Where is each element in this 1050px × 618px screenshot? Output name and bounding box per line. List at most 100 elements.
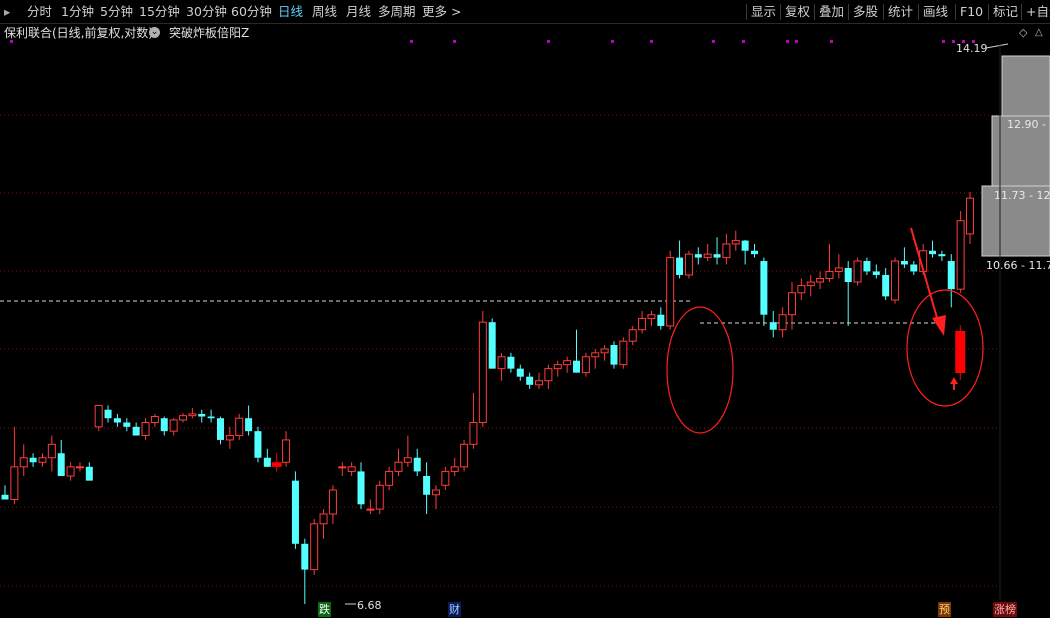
annotation-arrow-shaft xyxy=(910,227,941,329)
price-range-label: 12.90 - 1 xyxy=(1007,118,1050,131)
candle-body xyxy=(19,457,28,468)
candle-body xyxy=(188,413,197,417)
signal-marker xyxy=(611,40,614,43)
candle-body xyxy=(769,322,777,330)
candle-body xyxy=(207,416,215,419)
candle-body xyxy=(563,360,572,366)
candle-body xyxy=(863,261,871,272)
candle-body xyxy=(741,240,749,251)
candle-body xyxy=(291,480,299,544)
candle-body xyxy=(882,274,890,297)
candle-body xyxy=(834,267,843,272)
signal-marker xyxy=(786,40,789,43)
candle-body xyxy=(478,321,487,424)
candle-body xyxy=(254,431,262,458)
candle-body xyxy=(825,270,834,279)
signal-marker xyxy=(10,40,13,43)
candle-body xyxy=(488,322,496,369)
annotation-arrow-head xyxy=(932,315,946,336)
candle-body xyxy=(535,380,544,386)
candle-body xyxy=(507,356,515,369)
candle-body xyxy=(328,489,337,515)
candle-body xyxy=(787,292,796,316)
candle-body xyxy=(160,418,168,432)
candle-body xyxy=(141,422,150,437)
signal-marker xyxy=(942,40,945,43)
candle-body xyxy=(169,419,178,432)
candle-body xyxy=(544,368,553,382)
candle-body xyxy=(338,466,347,469)
candle-body xyxy=(610,345,618,365)
price-range-label: 11.73 - 12 xyxy=(994,189,1050,202)
candle-body xyxy=(66,466,75,477)
candle-body xyxy=(816,277,825,283)
candle-body xyxy=(619,340,628,366)
candle-body xyxy=(94,405,103,428)
candle-body xyxy=(423,476,431,495)
candle-body xyxy=(57,453,65,477)
candle-body xyxy=(1,494,9,500)
candlestick-chart[interactable]: 14.19 12.90 - 1 11.73 - 12 10.66 - 11.7 6.68 xyxy=(0,0,1050,618)
candle-body xyxy=(132,426,140,436)
candle-body xyxy=(806,281,815,287)
candle-body xyxy=(263,457,271,467)
candle-body xyxy=(413,457,421,472)
candle-body xyxy=(375,484,384,510)
candle-body xyxy=(694,254,702,258)
signal-marker xyxy=(453,40,456,43)
candle-body xyxy=(638,317,647,331)
candle-body xyxy=(900,261,908,265)
candle-body xyxy=(526,376,534,385)
candle-body xyxy=(301,543,309,570)
candle-body xyxy=(938,254,946,257)
candle-body xyxy=(891,260,900,301)
signal-marker xyxy=(547,40,550,43)
highlight-circle xyxy=(906,289,984,407)
highlight-circle xyxy=(666,306,734,434)
candle-body xyxy=(647,314,656,319)
event-badge-cai[interactable]: 财 xyxy=(448,602,461,617)
candle-body xyxy=(731,240,740,245)
candle-body xyxy=(235,417,244,437)
candle-body xyxy=(713,254,721,258)
candle-body xyxy=(956,220,965,290)
candle-body xyxy=(245,418,253,432)
signal-marker xyxy=(712,40,715,43)
candle-body xyxy=(10,466,19,501)
candle-body xyxy=(431,489,440,496)
candle-body xyxy=(751,250,759,255)
candle-body xyxy=(282,439,291,463)
candle-body xyxy=(797,285,806,294)
candle-body xyxy=(179,415,188,421)
candle-body xyxy=(319,513,328,525)
event-badge-zhangbang[interactable]: 涨榜 xyxy=(993,602,1017,617)
candle-body xyxy=(947,261,955,290)
candle-body xyxy=(85,466,93,481)
candle-body xyxy=(394,461,403,472)
candle-body xyxy=(29,457,37,463)
candle-body xyxy=(684,253,693,276)
signal-marker xyxy=(742,40,745,43)
signal-marker xyxy=(952,40,955,43)
candle-body xyxy=(657,314,665,326)
candle-body xyxy=(722,243,731,259)
candle-body xyxy=(385,470,394,486)
signal-marker xyxy=(410,40,413,43)
candle-body xyxy=(966,197,974,235)
high-price-label: 14.19 xyxy=(956,42,988,55)
candle-body xyxy=(581,356,590,374)
candle-body xyxy=(591,352,600,358)
event-badge-die[interactable]: 跌 xyxy=(318,602,331,617)
event-badge-yu[interactable]: 预 xyxy=(938,602,951,617)
candle-body xyxy=(497,356,506,370)
candle-body xyxy=(310,523,319,571)
candle-body xyxy=(666,257,675,327)
candle-body xyxy=(75,466,84,469)
candle-body xyxy=(113,418,121,423)
candle-body xyxy=(910,264,918,272)
candle-body xyxy=(271,462,282,467)
candle-body xyxy=(403,457,412,463)
candle-body xyxy=(225,435,234,441)
candle-body xyxy=(573,360,581,373)
candle-body xyxy=(460,443,469,468)
